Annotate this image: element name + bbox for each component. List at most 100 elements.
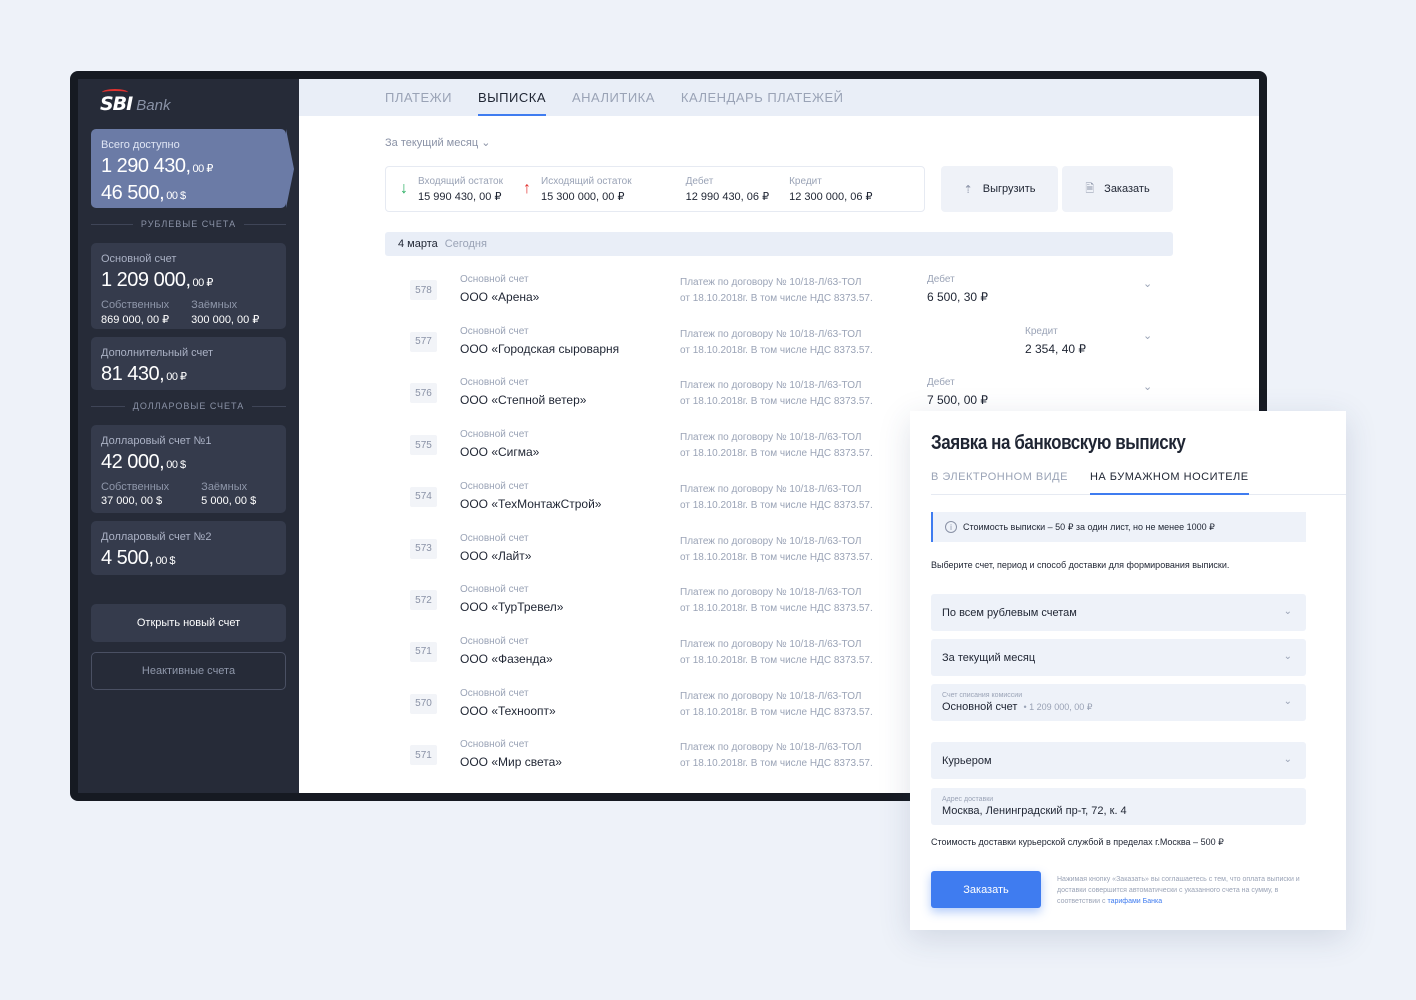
credit-label: Кредит [789,175,822,187]
debit-label: Дебет [685,175,714,187]
main-tabs: ПЛАТЕЖИ ВЫПИСКА АНАЛИТИКА КАЛЕНДАРЬ ПЛАТ… [299,79,1259,116]
logo[interactable]: SBI Bank [100,89,170,115]
tab-statement[interactable]: ВЫПИСКА [478,79,546,116]
day-header: 4 марта Сегодня [385,232,1173,256]
order-statement-button[interactable]: 🗎 Заказать [1062,166,1173,212]
incoming-value: 15 990 430, 00 ₽ [418,190,502,203]
transaction-company: ООО «ТехМонтажСтрой» [460,496,602,511]
outgoing-value: 15 300 000, 00 ₽ [541,190,625,203]
transaction-company: ООО «Степной ветер» [460,393,587,408]
transaction-number: 577 [410,331,437,352]
balance-summary: ↓ Входящий остаток 15 990 430, 00 ₽ ↑ Исх… [385,166,925,212]
transaction-account: Основной счет [460,480,529,492]
transaction-amount: 6 500, 30 ₽ [927,290,989,304]
dialog-tabs: В ЭЛЕКТРОННОМ ВИДЕ НА БУМАЖНОМ НОСИТЕЛЕ [931,471,1346,495]
order-button[interactable]: Заказать [931,871,1041,908]
tab-analytics[interactable]: АНАЛИТИКА [572,79,655,116]
inactive-accounts-button[interactable]: Неактивные счета [91,652,286,690]
dialog-title: Заявка на банковскую выписку [931,432,1186,454]
accounts-select[interactable]: По всем рублевым счетам ⌄ [931,594,1306,631]
transaction-number: 573 [410,538,437,559]
transaction-purpose: Платеж по договору № 10/18-Л/63-ТОЛ от 18… [680,328,873,356]
tab-paper[interactable]: НА БУМАЖНОМ НОСИТЕЛЕ [1089,471,1249,495]
sidebar: SBI Bank Всего доступно 1 290 430, 00 ₽ 4… [78,79,299,793]
transaction-company: ООО «ТурТревел» [460,600,564,615]
price-info: i Стоимость выписки – 50 ₽ за один лист,… [931,512,1306,542]
chevron-down-icon: ⌄ [1283,754,1292,765]
account-card-usd-2[interactable]: Долларовый счет №2 4 500, 00 $ [91,521,286,575]
total-rub: 1 290 430, 00 ₽ [101,155,213,177]
order-note: Нажимая кнопку «Заказать» вы соглашаетес… [1057,876,1300,905]
logo-mark: SBI [100,89,133,115]
delivery-select[interactable]: Курьером ⌄ [931,742,1306,779]
chevron-down-icon: ⌄ [481,137,491,149]
transaction-account: Основной счет [460,274,529,285]
accounts-select-value: По всем рублевым счетам [942,606,1077,619]
transaction-row[interactable]: 578 Основной счет ООО «Арена» Платеж по … [385,264,1173,316]
transaction-company: ООО «Арена» [460,290,540,304]
period-select-value: За текущий месяц [942,651,1036,664]
tab-payments[interactable]: ПЛАТЕЖИ [385,79,452,116]
account-breakdown: Собственных 869 000, 00 ₽ Заёмных 300 000,… [101,299,260,326]
order-label: Заказать [1104,183,1150,195]
transaction-account: Основной счет [460,532,529,544]
credit-total: Кредит 12 300 000, 06 ₽ [789,176,872,203]
chevron-down-icon: ⌄ [1283,696,1292,707]
price-info-text: Стоимость выписки – 50 ₽ за один лист, н… [963,521,1215,532]
account-card-usd-1[interactable]: Долларовый счет №1 42 000, 00 $ Собственн… [91,425,286,513]
account-card-additional[interactable]: Дополнительный счет 81 430, 00 ₽ [91,337,286,390]
transaction-account: Основной счет [460,687,529,699]
chevron-down-icon[interactable]: ⌄ [1143,277,1152,290]
transaction-number: 571 [410,745,437,766]
rub-accounts-title: РУБЛЕВЫЕ СЧЕТА [91,219,286,229]
usd-accounts-title: ДОЛЛАРОВЫЕ СЧЕТА [91,401,286,411]
total-usd: 46 500, 00 $ [101,182,186,204]
transaction-company: ООО «Мир света» [460,755,562,770]
account-card-main[interactable]: Основной счет 1 209 000, 00 ₽ Собственных… [91,243,286,329]
transaction-number: 575 [410,435,437,456]
total-label: Всего доступно [101,139,180,151]
total-available-card[interactable]: Всего доступно 1 290 430, 00 ₽ 46 500, 00 … [91,129,294,208]
transaction-purpose: Платеж по договору № 10/18-Л/63-ТОЛ от 18… [680,483,873,511]
document-icon: 🗎 [1085,182,1095,195]
transaction-type: Дебет [927,377,955,389]
day-date: 4 марта [398,238,438,250]
tariffs-link[interactable]: тарифами Банка [1107,898,1162,905]
commission-label: Счет списания комиссии [942,692,1023,699]
transaction-purpose: Платеж по договору № 10/18-Л/63-ТОЛ от 18… [680,742,873,770]
commission-value: Основной счет • 1 209 000, 00 ₽ [942,701,1093,713]
tab-electronic[interactable]: В ЭЛЕКТРОННОМ ВИДЕ [931,471,1068,494]
account-amount: 1 209 000, 00 ₽ [101,269,213,291]
outgoing-balance: ↑ Исходящий остаток 15 300 000, 00 ₽ [523,176,632,203]
open-new-account-button[interactable]: Открыть новый счет [91,604,286,642]
delivery-cost: Стоимость доставки курьерской службой в … [931,837,1224,847]
account-breakdown: Собственных 37 000, 00 $ Заёмных 5 000, 00… [101,481,257,507]
account-label: Долларовый счет №2 [101,531,212,543]
account-label: Долларовый счет №1 [101,435,212,447]
export-button[interactable]: ⇡ Выгрузить [941,166,1058,212]
period-selector[interactable]: За текущий месяц ⌄ [385,136,490,149]
arrow-up-icon: ↑ [523,180,531,197]
address-field[interactable]: Адрес доставки Москва, Ленинградский пр-… [931,788,1306,825]
transaction-company: ООО «Лайт» [460,548,532,563]
transaction-number: 571 [410,641,437,662]
arrow-down-icon: ↓ [400,180,408,197]
info-icon: i [945,521,957,533]
tab-calendar[interactable]: КАЛЕНДАРЬ ПЛАТЕЖЕЙ [681,79,844,116]
transaction-row[interactable]: 577 Основной счет ООО «Городская сыровар… [385,316,1173,368]
transaction-account: Основной счет [460,739,529,751]
account-amount: 4 500, 00 $ [101,547,176,569]
transaction-account: Основной счет [460,584,529,596]
debit-total: Дебет 12 990 430, 06 ₽ [686,176,769,203]
address-value: Москва, Ленинградский пр-т, 72, к. 4 [942,805,1127,817]
commission-account-select[interactable]: Счет списания комиссии Основной счет • 1… [931,684,1306,721]
period-select[interactable]: За текущий месяц ⌄ [931,639,1306,676]
credit-value: 12 300 000, 06 ₽ [789,190,873,203]
transaction-account: Основной счет [460,377,529,389]
transaction-type: Дебет [927,274,955,285]
chevron-down-icon[interactable]: ⌄ [1143,329,1152,342]
chevron-down-icon[interactable]: ⌄ [1143,380,1152,393]
transaction-purpose: Платеж по договору № 10/18-Л/63-ТОЛ от 18… [680,380,873,408]
transaction-amount: 7 500, 00 ₽ [927,393,989,408]
transaction-purpose: Платеж по договору № 10/18-Л/63-ТОЛ от 18… [680,432,873,460]
